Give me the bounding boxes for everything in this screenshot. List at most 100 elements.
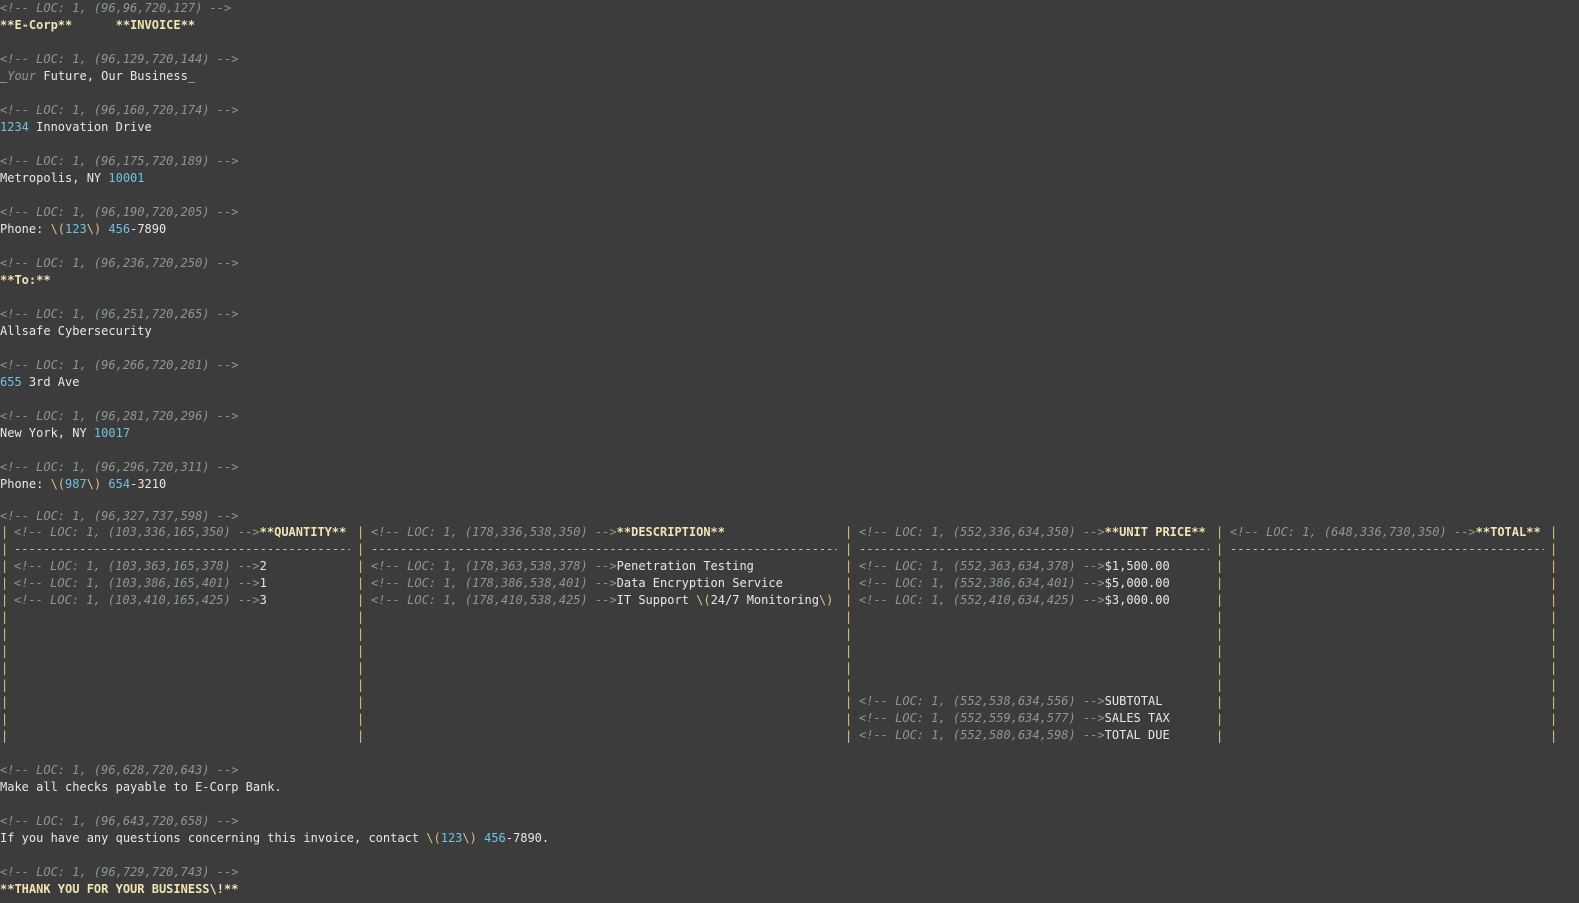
table-border-pipe: | <box>1 525 9 539</box>
table-border-pipe: | <box>1 695 9 709</box>
table-border-pipe: | <box>1216 695 1224 709</box>
table-border-pipe: | <box>1 627 9 641</box>
table-border-pipe: | <box>845 542 853 556</box>
table-border-pipe: | <box>1216 525 1224 539</box>
phone-comment: <!-- LOC: 1, (96,190,720,205) --> <box>0 205 239 219</box>
table-border-pipe: | <box>1550 627 1558 641</box>
table-border-pipe: | <box>1216 593 1224 607</box>
to-comment: <!-- LOC: 1, (96,236,720,250) --> <box>0 256 239 270</box>
table-header-description: <!-- LOC: 1, (178,336,538,350) -->**DESC… <box>371 525 726 539</box>
to-label: **To:** <box>0 273 51 287</box>
table-border-pipe: | <box>357 695 365 709</box>
table-border-pipe: | <box>845 627 853 641</box>
address-city-comment: <!-- LOC: 1, (96,175,720,189) --> <box>0 154 239 168</box>
table-border-pipe: | <box>845 610 853 624</box>
table-separator: ----------------------------------------… <box>371 542 837 556</box>
table-border-pipe: | <box>1 576 9 590</box>
checks-payable-note: Make all checks payable to E-Corp Bank. <box>0 780 282 794</box>
table-border-pipe: | <box>1550 644 1558 658</box>
table-border-pipe: | <box>1 593 9 607</box>
table-border-pipe: | <box>1 542 9 556</box>
table-border-pipe: | <box>1 644 9 658</box>
table-border-pipe: | <box>845 593 853 607</box>
unit-price-cell: <!-- LOC: 1, (552,410,634,425) -->$3,000… <box>859 593 1170 607</box>
description-cell: <!-- LOC: 1, (178,386,538,401) -->Data E… <box>371 576 783 590</box>
table-border-pipe: | <box>1550 593 1558 607</box>
recipient-name: Allsafe Cybersecurity <box>0 324 152 338</box>
table-border-pipe: | <box>845 644 853 658</box>
recipient-phone-comment: <!-- LOC: 1, (96,296,720,311) --> <box>0 460 239 474</box>
thanks-comment: <!-- LOC: 1, (96,729,720,743) --> <box>0 865 239 879</box>
table-border-pipe: | <box>357 712 365 726</box>
table-border-pipe: | <box>1216 644 1224 658</box>
quantity-cell: <!-- LOC: 1, (103,386,165,401) -->1 <box>14 576 267 590</box>
table-border-pipe: | <box>357 610 365 624</box>
address-street: 1234 Innovation Drive <box>0 120 152 134</box>
recipient-street: 655 3rd Ave <box>0 375 80 389</box>
table-border-pipe: | <box>845 678 853 692</box>
table-border-pipe: | <box>357 678 365 692</box>
header-company-line: **E-Corp** **INVOICE** <box>0 17 195 34</box>
table-border-pipe: | <box>1 559 9 573</box>
quantity-cell: <!-- LOC: 1, (103,410,165,425) -->3 <box>14 593 267 607</box>
table-border-pipe: | <box>1550 729 1558 743</box>
table-border-pipe: | <box>845 661 853 675</box>
table-border-pipe: | <box>357 576 365 590</box>
table-border-pipe: | <box>357 661 365 675</box>
table-separator: ----------------------------------------… <box>1230 542 1544 556</box>
table-border-pipe: | <box>1216 576 1224 590</box>
table-border-pipe: | <box>357 525 365 539</box>
table-border-pipe: | <box>1 661 9 675</box>
questions-note: If you have any questions concerning thi… <box>0 831 550 845</box>
table-border-pipe: | <box>1550 525 1558 539</box>
table-border-pipe: | <box>1550 661 1558 675</box>
table-border-pipe: | <box>1216 678 1224 692</box>
table-header-unit-price: <!-- LOC: 1, (552,336,634,350) -->**UNIT… <box>859 525 1206 539</box>
table-border-pipe: | <box>1 712 9 726</box>
table-border-pipe: | <box>357 593 365 607</box>
table-border-pipe: | <box>1216 559 1224 573</box>
recipient-phone: Phone: \(987\) 654-3210 <box>0 477 167 491</box>
table-separator: ----------------------------------------… <box>14 542 350 556</box>
table-border-pipe: | <box>1550 542 1558 556</box>
subtotal-label: <!-- LOC: 1, (552,538,634,556) -->SUBTOT… <box>859 694 1163 708</box>
table-border-pipe: | <box>357 644 365 658</box>
code-editor[interactable]: <!-- LOC: 1, (96,96,720,127) --> **E-Cor… <box>0 0 1579 903</box>
table-border-pipe: | <box>357 627 365 641</box>
recipient-city: New York, NY 10017 <box>0 426 131 440</box>
checks-comment: <!-- LOC: 1, (96,628,720,643) --> <box>0 763 239 777</box>
questions-comment: <!-- LOC: 1, (96,643,720,658) --> <box>0 814 239 828</box>
table-border-pipe: | <box>1216 542 1224 556</box>
table-border-pipe: | <box>357 542 365 556</box>
description-cell: <!-- LOC: 1, (178,363,538,378) -->Penetr… <box>371 559 754 573</box>
table-border-pipe: | <box>1550 712 1558 726</box>
table-header-quantity: <!-- LOC: 1, (103,336,165,350) -->**QUAN… <box>14 525 347 539</box>
unit-price-cell: <!-- LOC: 1, (552,386,634,401) -->$5,000… <box>859 576 1170 590</box>
table-border-pipe: | <box>1550 559 1558 573</box>
table-border-pipe: | <box>845 559 853 573</box>
recipient-city-comment: <!-- LOC: 1, (96,281,720,296) --> <box>0 409 239 423</box>
address-street-comment: <!-- LOC: 1, (96,160,720,174) --> <box>0 103 239 117</box>
table-border-pipe: | <box>357 559 365 573</box>
table-border-pipe: | <box>845 729 853 743</box>
table-border-pipe: | <box>1550 678 1558 692</box>
table-border-pipe: | <box>1550 695 1558 709</box>
table-border-pipe: | <box>1216 627 1224 641</box>
table-border-pipe: | <box>1 610 9 624</box>
company-name: **E-Corp** <box>0 18 73 32</box>
table-border-pipe: | <box>357 729 365 743</box>
table-separator: ----------------------------------------… <box>859 542 1209 556</box>
table-comment: <!-- LOC: 1, (96,327,737,598) --> <box>0 509 239 523</box>
table-border-pipe: | <box>1216 610 1224 624</box>
table-border-pipe: | <box>845 695 853 709</box>
address-city: Metropolis, NY 10001 <box>0 171 145 185</box>
description-cell: <!-- LOC: 1, (178,410,538,425) -->IT Sup… <box>371 593 834 607</box>
invoice-title: **INVOICE** <box>115 18 196 32</box>
table-header-total: <!-- LOC: 1, (648,336,730,350) -->**TOTA… <box>1230 525 1541 539</box>
sender-phone: Phone: \(123\) 456-7890 <box>0 222 167 236</box>
quantity-cell: <!-- LOC: 1, (103,363,165,378) -->2 <box>14 559 267 573</box>
sales-tax-label: <!-- LOC: 1, (552,559,634,577) -->SALES … <box>859 711 1170 725</box>
table-border-pipe: | <box>1216 712 1224 726</box>
table-border-pipe: | <box>1216 661 1224 675</box>
recipient-street-comment: <!-- LOC: 1, (96,266,720,281) --> <box>0 358 239 372</box>
